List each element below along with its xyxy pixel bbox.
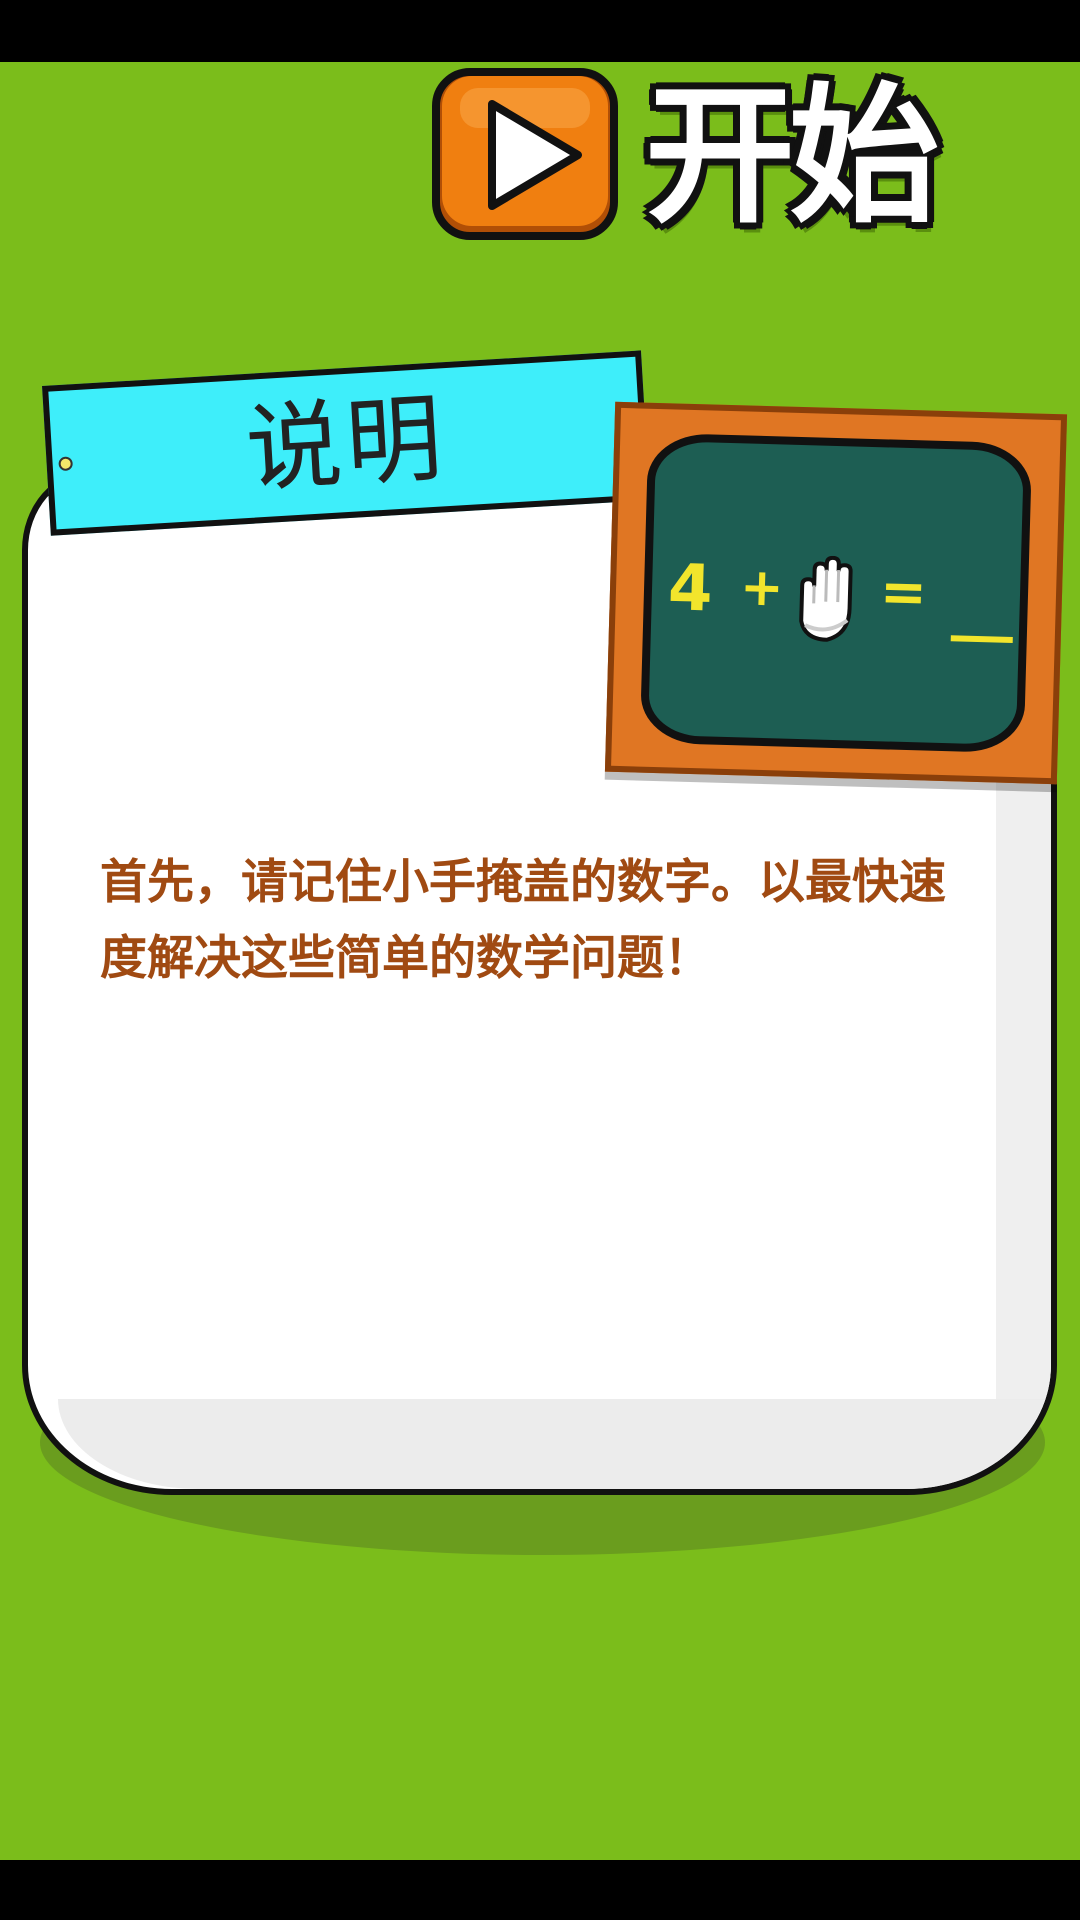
hand-icon	[799, 555, 853, 642]
card-right-shade	[996, 776, 1051, 1489]
equation-operator: +	[739, 557, 785, 619]
start-label: 开始	[645, 70, 939, 244]
chalkboard: 4 + =	[639, 432, 1033, 754]
instructions-body: 首先，请记住小手掩盖的数字。以最快速度解决这些简单的数学问题！	[100, 855, 946, 986]
card-bottom-shade	[58, 1399, 1048, 1489]
play-icon	[432, 68, 618, 240]
equation-answer-blank	[950, 635, 1013, 643]
top-status-bar	[0, 0, 1080, 62]
start-button[interactable]: 开始	[430, 62, 970, 247]
game-screen: 开始 说明 4 + = 首先，请记住小手掩盖的数字。以最快速度解决这些简单的数学…	[0, 0, 1080, 1920]
equation-number: 4	[667, 551, 714, 627]
instructions-title: 说明	[242, 382, 450, 506]
example-equation: 4 + =	[660, 551, 1032, 661]
chalkboard-frame: 4 + =	[604, 401, 1068, 785]
equation-equals: =	[879, 559, 928, 626]
bottom-nav-bar	[0, 1860, 1080, 1920]
